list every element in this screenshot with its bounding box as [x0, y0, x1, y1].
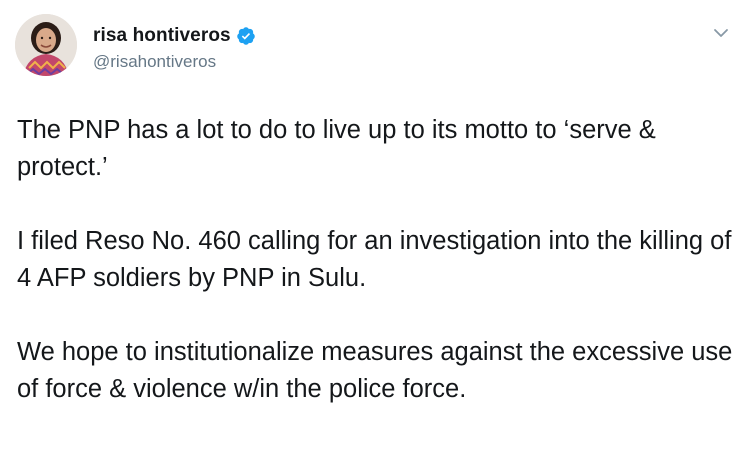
tweet-paragraph: We hope to institutionalize measures aga… — [17, 338, 733, 403]
avatar-photo — [15, 14, 77, 76]
author-handle[interactable]: @risahontiveros — [93, 52, 216, 72]
author-display-name[interactable]: risa hontiveros — [93, 25, 231, 47]
tweet-paragraph: I filed Reso No. 460 calling for an inve… — [17, 227, 732, 292]
chevron-down-icon[interactable] — [712, 24, 730, 42]
verified-badge-icon — [236, 26, 256, 46]
tweet-paragraph: The PNP has a lot to do to live up to it… — [17, 116, 656, 181]
author-name-row[interactable]: risa hontiveros — [93, 25, 256, 47]
tweet-card: risa hontiveros @risahontiveros The PNP … — [0, 0, 750, 450]
tweet-text: The PNP has a lot to do to live up to it… — [17, 112, 742, 408]
avatar[interactable] — [15, 14, 77, 76]
